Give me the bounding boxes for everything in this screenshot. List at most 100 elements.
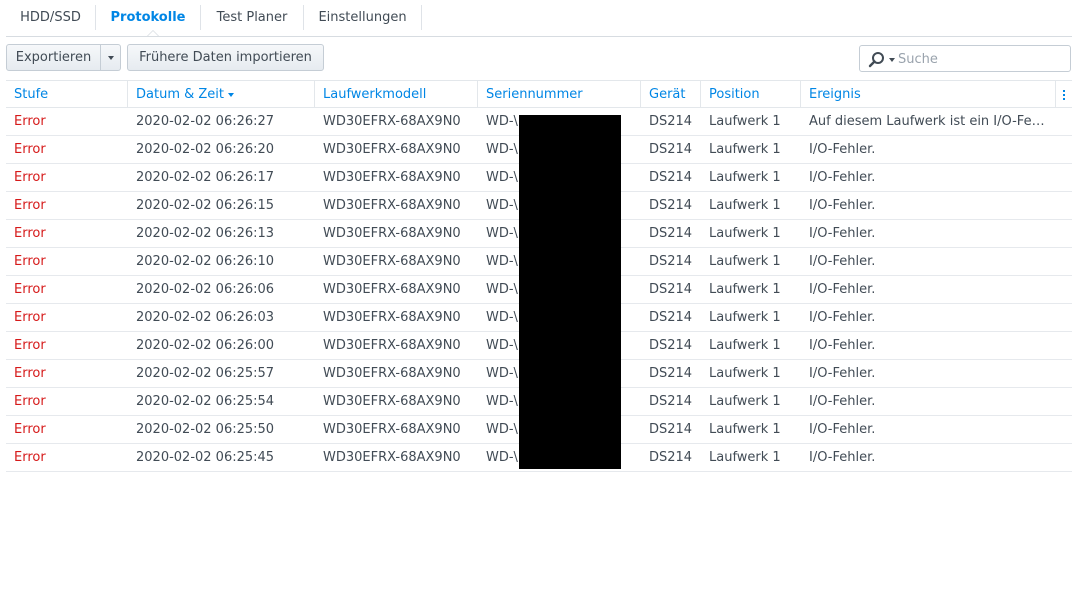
- cell-event: I/O-Fehler.: [809, 338, 876, 353]
- cell-datetime: 2020-02-02 06:26:13: [136, 226, 275, 241]
- cell-position: Laufwerk 1: [709, 366, 781, 381]
- column-header-datetime-label: Datum & Zeit: [136, 87, 224, 102]
- cell-device: DS214: [649, 366, 693, 381]
- serial-redaction-block: [519, 115, 621, 469]
- cell-position: Laufwerk 1: [709, 170, 781, 185]
- cell-device: DS214: [649, 114, 693, 129]
- tab-protokolle[interactable]: Protokolle: [96, 5, 200, 30]
- cell-datetime: 2020-02-02 06:26:03: [136, 310, 275, 325]
- cell-event: I/O-Fehler.: [809, 422, 876, 437]
- cell-position: Laufwerk 1: [709, 114, 781, 129]
- cell-datetime: 2020-02-02 06:26:17: [136, 170, 275, 185]
- cell-level: Error: [14, 310, 46, 325]
- cell-level: Error: [14, 422, 46, 437]
- column-header-model[interactable]: Laufwerkmodell: [315, 81, 478, 108]
- export-dropdown-button[interactable]: [101, 44, 121, 71]
- cell-level: Error: [14, 450, 46, 465]
- search-box[interactable]: [859, 45, 1071, 72]
- tab-test-planer[interactable]: Test Planer: [201, 5, 303, 30]
- column-header-datetime[interactable]: Datum & Zeit: [128, 81, 315, 108]
- column-header-position[interactable]: Position: [701, 81, 801, 108]
- cell-event: I/O-Fehler.: [809, 226, 876, 241]
- cell-event: I/O-Fehler.: [809, 310, 876, 325]
- search-options-chevron-icon[interactable]: [889, 58, 895, 62]
- cell-event: I/O-Fehler.: [809, 450, 876, 465]
- cell-model: WD30EFRX-68AX9N0: [323, 170, 461, 185]
- cell-device: DS214: [649, 282, 693, 297]
- cell-model: WD30EFRX-68AX9N0: [323, 254, 461, 269]
- cell-datetime: 2020-02-02 06:25:57: [136, 366, 275, 381]
- cell-model: WD30EFRX-68AX9N0: [323, 450, 461, 465]
- cell-position: Laufwerk 1: [709, 450, 781, 465]
- cell-model: WD30EFRX-68AX9N0: [323, 282, 461, 297]
- column-header-serial[interactable]: Seriennummer: [478, 81, 641, 108]
- cell-level: Error: [14, 170, 46, 185]
- cell-model: WD30EFRX-68AX9N0: [323, 338, 461, 353]
- cell-level: Error: [14, 254, 46, 269]
- cell-event: I/O-Fehler.: [809, 142, 876, 157]
- cell-position: Laufwerk 1: [709, 142, 781, 157]
- cell-level: Error: [14, 338, 46, 353]
- search-icon[interactable]: [868, 51, 886, 69]
- cell-position: Laufwerk 1: [709, 422, 781, 437]
- cell-level: Error: [14, 114, 46, 129]
- cell-datetime: 2020-02-02 06:25:50: [136, 422, 275, 437]
- cell-level: Error: [14, 226, 46, 241]
- cell-device: DS214: [649, 422, 693, 437]
- column-menu-icon[interactable]: [1056, 81, 1072, 108]
- cell-position: Laufwerk 1: [709, 282, 781, 297]
- tab-divider: [421, 5, 422, 30]
- column-header-event[interactable]: Ereignis: [801, 81, 1056, 108]
- cell-datetime: 2020-02-02 06:26:27: [136, 114, 275, 129]
- cell-datetime: 2020-02-02 06:26:15: [136, 198, 275, 213]
- cell-position: Laufwerk 1: [709, 394, 781, 409]
- cell-event: I/O-Fehler.: [809, 394, 876, 409]
- active-tab-indicator: [147, 30, 159, 36]
- table-header: Stufe Datum & Zeit Laufwerkmodell Serien…: [6, 80, 1072, 108]
- cell-model: WD30EFRX-68AX9N0: [323, 142, 461, 157]
- cell-level: Error: [14, 366, 46, 381]
- cell-level: Error: [14, 282, 46, 297]
- cell-position: Laufwerk 1: [709, 198, 781, 213]
- cell-level: Error: [14, 142, 46, 157]
- cell-device: DS214: [649, 450, 693, 465]
- cell-event: I/O-Fehler.: [809, 198, 876, 213]
- export-button[interactable]: Exportieren: [6, 44, 101, 71]
- cell-datetime: 2020-02-02 06:25:54: [136, 394, 275, 409]
- cell-position: Laufwerk 1: [709, 338, 781, 353]
- column-header-level[interactable]: Stufe: [6, 81, 128, 108]
- cell-event: I/O-Fehler.: [809, 254, 876, 269]
- cell-level: Error: [14, 198, 46, 213]
- cell-device: DS214: [649, 394, 693, 409]
- cell-position: Laufwerk 1: [709, 310, 781, 325]
- cell-model: WD30EFRX-68AX9N0: [323, 422, 461, 437]
- column-header-device[interactable]: Gerät: [641, 81, 701, 108]
- cell-model: WD30EFRX-68AX9N0: [323, 310, 461, 325]
- tab-bar: HDD/SSD Protokolle Test Planer Einstellu…: [6, 0, 1072, 37]
- cell-event: I/O-Fehler.: [809, 282, 876, 297]
- cell-model: WD30EFRX-68AX9N0: [323, 198, 461, 213]
- cell-model: WD30EFRX-68AX9N0: [323, 226, 461, 241]
- cell-event: Auf diesem Laufwerk ist ein I/O-Feh…: [809, 114, 1051, 129]
- cell-device: DS214: [649, 198, 693, 213]
- cell-device: DS214: [649, 170, 693, 185]
- cell-level: Error: [14, 394, 46, 409]
- cell-position: Laufwerk 1: [709, 254, 781, 269]
- cell-datetime: 2020-02-02 06:26:06: [136, 282, 275, 297]
- cell-event: I/O-Fehler.: [809, 170, 876, 185]
- cell-model: WD30EFRX-68AX9N0: [323, 366, 461, 381]
- cell-model: WD30EFRX-68AX9N0: [323, 394, 461, 409]
- cell-device: DS214: [649, 310, 693, 325]
- cell-datetime: 2020-02-02 06:25:45: [136, 450, 275, 465]
- cell-device: DS214: [649, 338, 693, 353]
- cell-datetime: 2020-02-02 06:26:20: [136, 142, 275, 157]
- tab-einstellungen[interactable]: Einstellungen: [304, 5, 421, 30]
- tab-hdd-ssd[interactable]: HDD/SSD: [6, 5, 95, 30]
- chevron-down-icon: [107, 55, 114, 60]
- search-input[interactable]: [898, 49, 1066, 69]
- cell-datetime: 2020-02-02 06:26:10: [136, 254, 275, 269]
- import-previous-data-button[interactable]: Frühere Daten importieren: [127, 44, 324, 71]
- sort-descending-icon: [228, 92, 234, 97]
- cell-datetime: 2020-02-02 06:26:00: [136, 338, 275, 353]
- cell-device: DS214: [649, 142, 693, 157]
